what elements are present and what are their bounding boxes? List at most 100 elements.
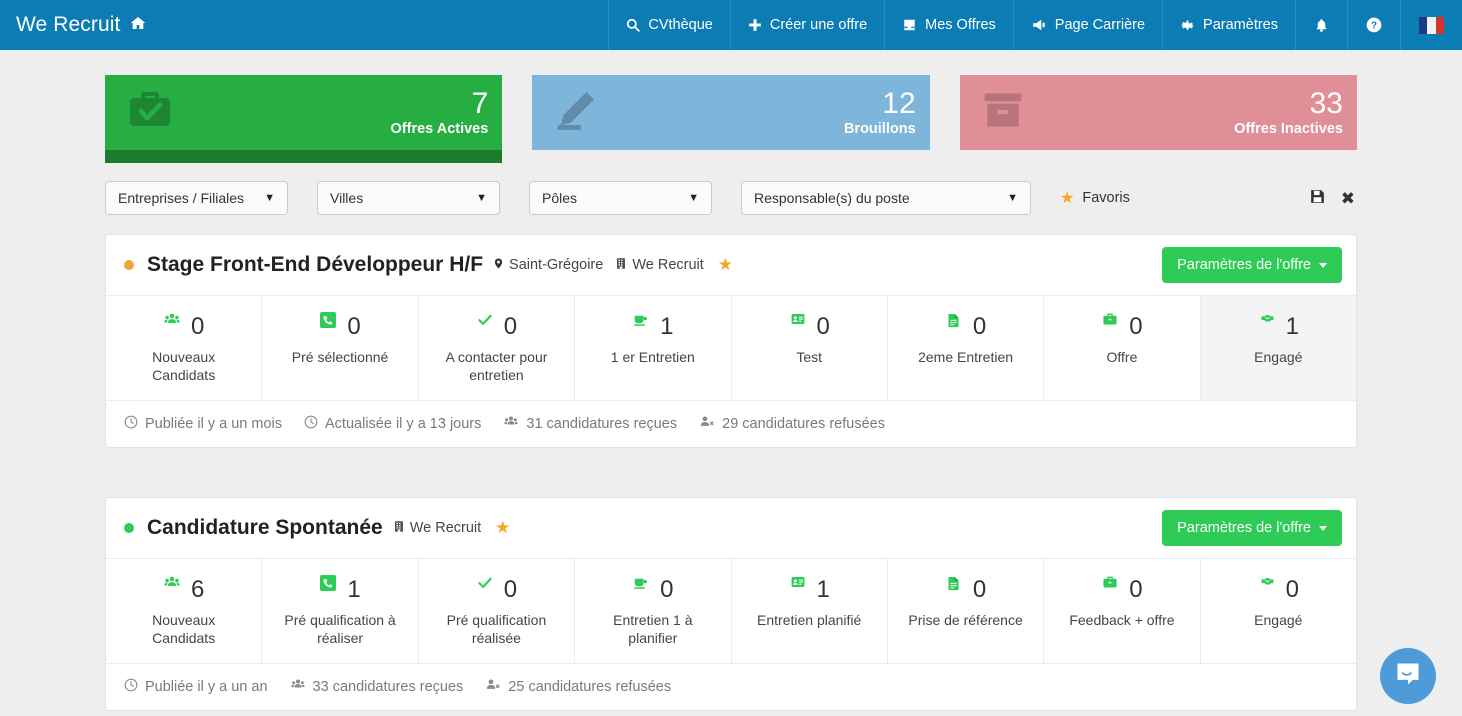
pipeline-stage-top: 0: [1052, 573, 1191, 607]
pipeline-stage-entretien-1-a-planifier[interactable]: 0 Entretien 1 à planifier: [575, 559, 732, 663]
pipeline-stage-2eme-entretien[interactable]: 0 2eme Entretien: [888, 296, 1045, 400]
pipeline-stage-pre-selectionne[interactable]: 0 Pré sélectionné: [262, 296, 419, 400]
status-dot: [124, 523, 134, 533]
stat-card-brouillons[interactable]: 12 Brouillons: [532, 75, 930, 150]
stat-card-text: 12 Brouillons: [844, 88, 916, 137]
offer-applications-received: 31 candidatures reçues: [503, 415, 677, 433]
chevron-down-icon: ▼: [476, 192, 487, 204]
pipeline-stage-test[interactable]: 0 Test: [732, 296, 888, 400]
filter-select-label: Pôles: [542, 190, 578, 206]
pipeline-stage-top: 0: [896, 310, 1035, 344]
top-navbar: We Recruit CVthèque Créer une offre Mes …: [0, 0, 1462, 50]
map-marker-icon: [493, 256, 504, 275]
pipeline-stage-pre-qualification-a-realiser[interactable]: 1 Pré qualification à réaliser: [262, 559, 419, 663]
clock-icon: [124, 415, 138, 433]
nav-item-label: Paramètres: [1203, 17, 1278, 33]
users-icon: [503, 415, 519, 433]
nav-item-mes-offres[interactable]: Mes Offres: [884, 0, 1013, 50]
offer-header: Stage Front-End Développeur H/F Saint-Gr…: [106, 235, 1356, 296]
briefcase-icon: [1101, 312, 1119, 330]
offer-title[interactable]: Stage Front-End Développeur H/F: [147, 253, 483, 277]
pipeline-stage-nouveaux-candidats[interactable]: 0 Nouveaux Candidats: [106, 296, 263, 400]
offer-published-date: Publiée il y a un mois: [124, 415, 282, 433]
pipeline-stage-label: Test: [796, 349, 823, 365]
users-icon: [290, 678, 306, 696]
filter-select-poles[interactable]: Pôles ▼: [529, 181, 712, 215]
nav-item-creer-une-offre[interactable]: Créer une offre: [729, 0, 884, 50]
building-icon: [393, 519, 405, 538]
filter-select-entreprises[interactable]: Entreprises / Filiales ▼: [105, 181, 288, 215]
brand-home-link[interactable]: We Recruit: [0, 0, 165, 50]
pipeline-stage-entretien-planifie[interactable]: 1 Entretien planifié: [732, 559, 888, 663]
pipeline-stage-value: 0: [503, 313, 518, 340]
notifications-button[interactable]: [1295, 0, 1347, 50]
help-button[interactable]: ?: [1347, 0, 1400, 50]
briefcase-check-icon: [123, 86, 177, 139]
nav-item-parametres[interactable]: Paramètres: [1162, 0, 1295, 50]
pipeline-stage-label: Entretien planifié: [757, 612, 862, 628]
pipeline-stage-engage[interactable]: 0 Engagé: [1201, 559, 1356, 663]
users-icon: [163, 575, 181, 593]
pipeline-stage-offre[interactable]: 0 Offre: [1044, 296, 1201, 400]
pipeline-stage-label: Entretien 1 à planifier: [613, 612, 693, 646]
pipeline-stage-value: 0: [660, 576, 674, 603]
pipeline-stage-top: 0: [1052, 310, 1191, 344]
offer-card: Stage Front-End Développeur H/F Saint-Gr…: [105, 234, 1357, 448]
nav-item-cvtheque[interactable]: CVthèque: [608, 0, 730, 50]
filter-select-villes[interactable]: Villes ▼: [317, 181, 500, 215]
bell-icon: [1314, 17, 1329, 34]
pipeline-stage-top: 6: [114, 573, 253, 607]
pipeline-stage-value: 1: [816, 576, 830, 603]
pipeline-stage-feedback-offre[interactable]: 0 Feedback + offre: [1044, 559, 1201, 663]
offers-gap: [105, 448, 1357, 478]
stat-card-value: 12: [882, 87, 916, 121]
language-selector[interactable]: [1400, 0, 1462, 50]
pipeline-stage-top: 1: [270, 573, 409, 607]
pipeline-stage-pre-qualification-realisee[interactable]: 0 Pré qualification réalisée: [419, 559, 576, 663]
pipeline-stage-label: Nouveaux Candidats: [152, 349, 216, 383]
pipeline-stage-engage[interactable]: 1 Engagé: [1200, 296, 1356, 400]
stat-card-footer-bar: [105, 150, 503, 163]
floppy-disk-icon[interactable]: [1309, 188, 1326, 208]
star-icon: ★: [1060, 190, 1075, 207]
offer-footer-text: Actualisée il y a 13 jours: [325, 416, 482, 432]
gear-icon: [1180, 18, 1195, 33]
offer-footer-text: Publiée il y a un mois: [145, 416, 283, 432]
pipeline-stage-nouveaux-candidats[interactable]: 6 Nouveaux Candidats: [106, 559, 263, 663]
pipeline-stage-top: 0: [427, 310, 566, 344]
clock-icon: [304, 415, 318, 433]
pipeline-stage-value: 0: [972, 313, 987, 340]
pipeline-stage-prise-de-reference[interactable]: 0 Prise de référence: [888, 559, 1045, 663]
favoris-filter[interactable]: ★ Favoris: [1060, 188, 1130, 208]
pipeline-stage-top: 1: [583, 310, 722, 344]
nav-item-page-carriere[interactable]: Page Carrière: [1012, 0, 1162, 50]
offer-card: Candidature Spontanée We Recruit ★ Param…: [105, 497, 1357, 711]
user-times-icon: [699, 415, 715, 433]
close-x-icon[interactable]: ✖: [1341, 190, 1355, 207]
coffee-icon: [632, 575, 650, 593]
pipeline-stage-a-contacter[interactable]: 0 A contacter pour entretien: [419, 296, 576, 400]
favorite-star-icon[interactable]: ★: [495, 518, 510, 538]
nav-item-label: Créer une offre: [769, 17, 868, 33]
stat-cards-row: 7 Offres Actives 12 Brouillons 33 Offres…: [105, 50, 1357, 163]
stat-card-offres-inactives[interactable]: 33 Offres Inactives: [959, 75, 1357, 150]
caret-down-icon: [1319, 525, 1327, 531]
building-icon: [615, 256, 627, 275]
clock-icon: [124, 678, 138, 696]
favorite-star-icon[interactable]: ★: [718, 255, 733, 275]
pipeline-stage-top: 1: [1209, 310, 1348, 344]
file-text-icon: [945, 312, 963, 330]
filter-select-responsables[interactable]: Responsable(s) du poste ▼: [741, 181, 1031, 215]
pipeline-stage-value: 0: [191, 313, 205, 340]
offer-title[interactable]: Candidature Spontanée: [147, 516, 383, 540]
pipeline-stage-top: 0: [114, 310, 253, 344]
question-circle-icon: ?: [1366, 17, 1382, 33]
stat-card-value: 33: [1309, 87, 1343, 121]
offer-settings-button[interactable]: Paramètres de l'offre: [1162, 247, 1342, 283]
pipeline-stage-1er-entretien[interactable]: 1 1 er Entretien: [575, 296, 732, 400]
offer-settings-button[interactable]: Paramètres de l'offre: [1162, 510, 1342, 546]
phone-icon: [319, 575, 337, 593]
offer-company: We Recruit: [393, 519, 481, 538]
stat-card-offres-actives[interactable]: 7 Offres Actives: [105, 75, 503, 163]
chat-launcher-button[interactable]: [1380, 648, 1436, 704]
